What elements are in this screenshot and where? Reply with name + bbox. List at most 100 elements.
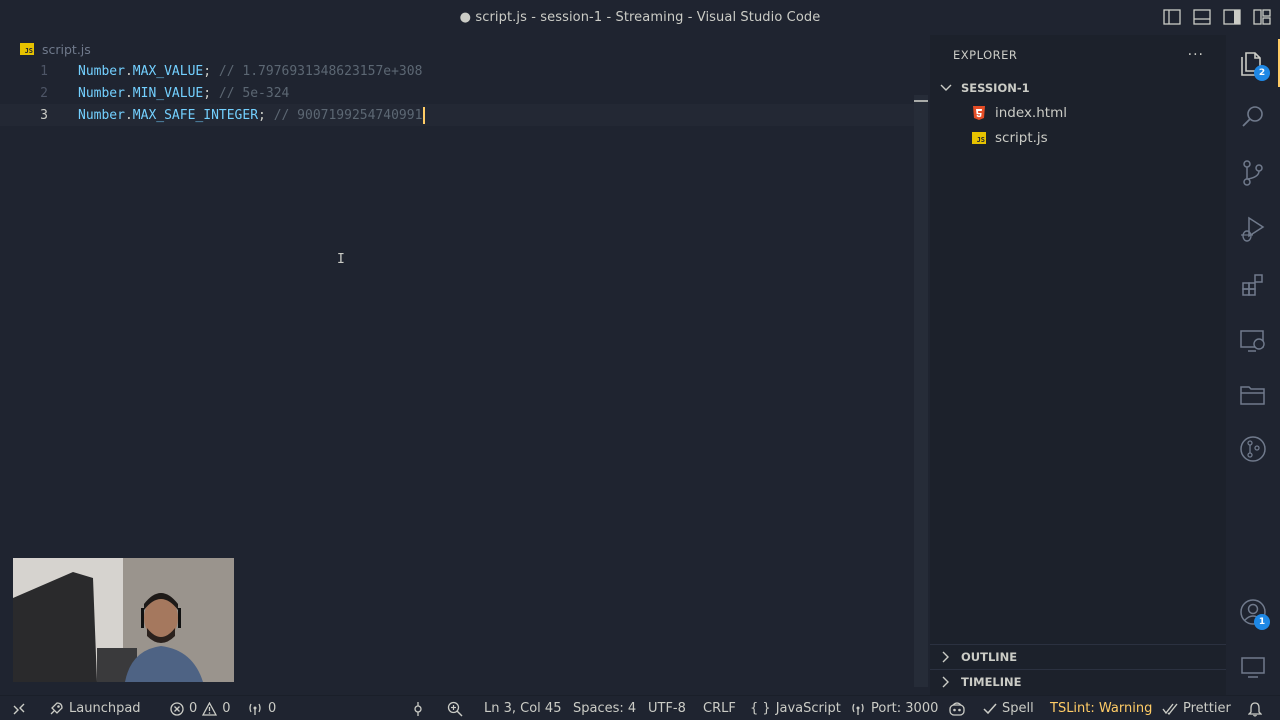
breadcrumb-file[interactable]: script.js [42,42,91,57]
language-mode[interactable]: { } JavaScript [750,696,841,720]
identifier: Number [78,107,125,123]
toggle-primary-sidebar-icon[interactable] [1162,8,1182,26]
window-title: ● script.js - session-1 - Streaming - Vi… [459,10,821,25]
tslint-status[interactable]: TSLint: Warning [1050,696,1152,720]
notifications-bell-icon[interactable] [1248,696,1262,720]
timeline-section[interactable]: TIMELINE [930,669,1226,694]
line-number: 1 [40,63,48,79]
property: MAX_VALUE [132,63,204,79]
identifier: Number [78,85,125,101]
extensions-view-button[interactable] [1226,261,1280,309]
folder-label: SESSION-1 [961,81,1030,95]
remote-indicator-icon[interactable] [12,696,26,720]
punctuation: ; [203,63,212,79]
git-graph-view-button[interactable] [1226,425,1280,473]
source-control-status-icon[interactable] [411,696,425,720]
cursor-position[interactable]: Ln 3, Col 45 [484,696,561,720]
comment: // 5e-324 [218,85,290,101]
encoding-setting[interactable]: UTF-8 [648,696,686,720]
outline-label: OUTLINE [961,650,1018,664]
file-label: script.js [995,129,1048,146]
js-file-icon: JS [20,43,34,55]
folder-session-1[interactable]: SESSION-1 [930,76,1226,100]
html-file-icon [972,105,986,120]
code-line-1[interactable]: 1 Number.MAX_VALUE; // 1.797693134862315… [0,60,915,82]
js-file-icon: JS [972,131,986,145]
broadcast-icon [852,703,864,715]
chevron-right-icon [938,651,954,663]
customize-layout-icon[interactable] [1252,8,1272,26]
launchpad-button[interactable]: Launchpad [48,696,141,720]
warning-count: 0 [222,701,231,716]
line-number: 3 [40,107,48,123]
outline-section[interactable]: OUTLINE [930,644,1226,669]
text-cursor [423,106,426,124]
webcam-overlay [13,558,234,682]
file-item-index-html[interactable]: index.html [930,100,1226,125]
file-item-script-js[interactable]: JS script.js [930,125,1226,150]
explorer-badge: 2 [1254,65,1270,81]
ports-button[interactable]: 0 [247,696,276,720]
double-check-icon [1162,703,1178,715]
prettier-label: Prettier [1183,701,1231,716]
explorer-sidebar: EXPLORER ··· SESSION-1 index.html JS scr… [930,35,1226,695]
search-view-button[interactable] [1226,93,1280,141]
port-label: Port: 3000 [871,701,939,716]
folder-view-button[interactable] [1226,371,1280,419]
breadcrumb[interactable]: JS script.js [20,40,91,58]
activity-bar: 2 1 [1226,35,1280,695]
property: MIN_VALUE [132,85,204,101]
property: MAX_SAFE_INTEGER [132,107,259,123]
braces-icon: { } [750,701,771,716]
code-line-2[interactable]: 2 Number.MIN_VALUE; // 5e-324 [0,82,915,104]
run-debug-icon [1241,216,1265,242]
prettier-button[interactable]: Prettier [1162,696,1231,720]
language-label: JavaScript [775,701,841,716]
scrollbar-position-marker [914,100,928,102]
problems-button[interactable]: 0 0 [170,696,231,720]
monitor-icon [1241,657,1265,678]
run-debug-view-button[interactable] [1226,205,1280,253]
code-area[interactable]: 1 Number.MAX_VALUE; // 1.797693134862315… [0,60,915,126]
copilot-icon[interactable] [948,696,966,720]
layout-controls [1162,8,1272,26]
line-content[interactable]: Number.MIN_VALUE; // 5e-324 [78,86,289,101]
explorer-view-button[interactable]: 2 [1226,39,1280,87]
more-actions-icon[interactable]: ··· [1188,47,1204,63]
source-control-icon [1243,160,1263,186]
line-content[interactable]: Number.MAX_SAFE_INTEGER; // 900719925474… [78,106,426,124]
remote-explorer-view-button[interactable] [1226,317,1280,365]
title-bar: ● script.js - session-1 - Streaming - Vi… [0,0,1280,35]
explorer-header: EXPLORER ··· [930,35,1226,75]
broadcast-icon [249,703,261,715]
toggle-secondary-sidebar-icon[interactable] [1222,8,1242,26]
toggle-panel-icon[interactable] [1192,8,1212,26]
punctuation: ; [258,107,266,123]
presenter-video-image [13,558,234,682]
line-content[interactable]: Number.MAX_VALUE; // 1.7976931348623157e… [78,64,422,79]
identifier: Number [78,63,125,79]
remote-explorer-icon [1240,330,1265,352]
zoom-icon[interactable] [447,696,463,720]
mouse-ibeam-icon: I [337,252,345,267]
folder-icon [1240,386,1265,405]
extensions-icon [1242,274,1263,296]
indentation-setting[interactable]: Spaces: 4 [573,696,636,720]
search-icon [1242,106,1263,127]
manage-button[interactable] [1226,643,1280,691]
timeline-label: TIMELINE [961,675,1022,689]
eol-setting[interactable]: CRLF [703,696,736,720]
status-bar: Launchpad 0 0 0 Ln 3, Col 45 Spaces: 4 U… [0,695,1280,720]
spell-check-button[interactable]: Spell [983,696,1034,720]
live-server-port[interactable]: Port: 3000 [850,696,938,720]
error-count: 0 [189,701,198,716]
source-control-view-button[interactable] [1226,149,1280,197]
punctuation: ; [203,85,212,101]
file-label: index.html [995,104,1067,121]
editor-scrollbar[interactable] [914,95,928,687]
warning-icon [202,701,218,716]
code-line-3[interactable]: 3 Number.MAX_SAFE_INTEGER; // 9007199254… [0,104,915,126]
accounts-button[interactable]: 1 [1226,588,1280,636]
comment: // 1.7976931348623157e+308 [218,63,423,79]
spell-label: Spell [1002,701,1034,716]
